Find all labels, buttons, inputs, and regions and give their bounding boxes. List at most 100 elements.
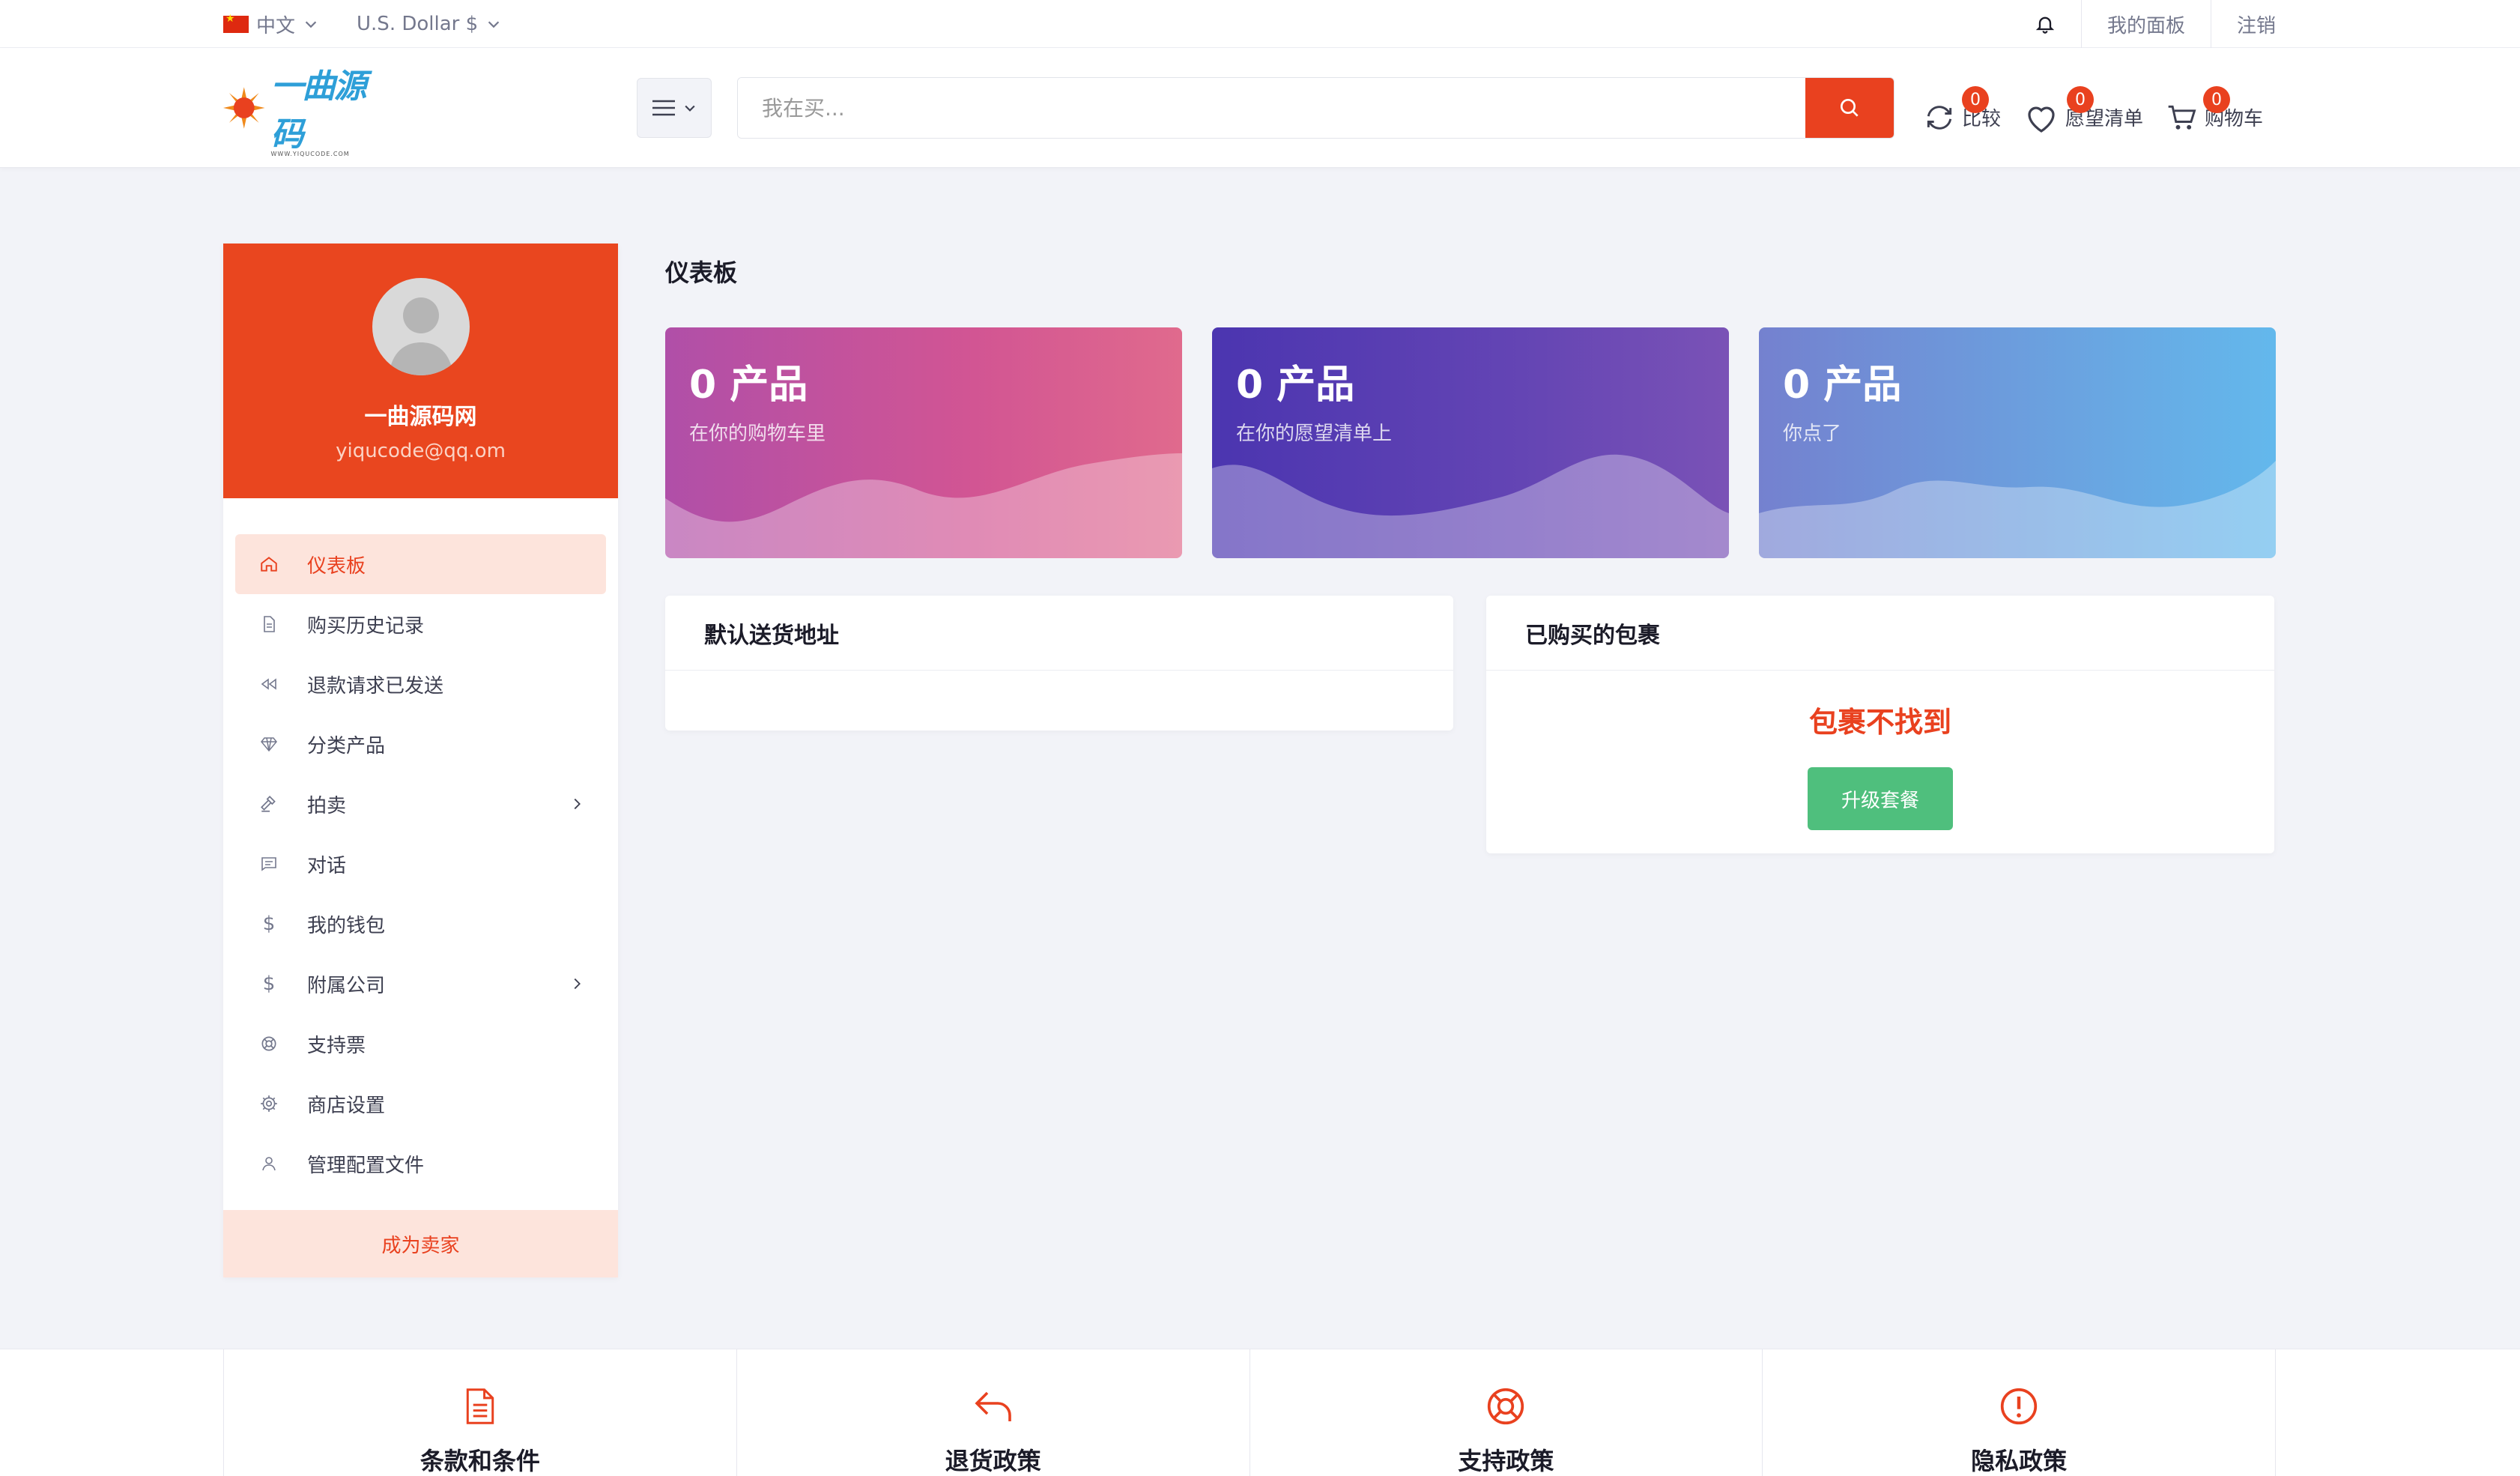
sidebar-item-refund-requests[interactable]: 退款请求已发送 (235, 654, 606, 714)
site-logo[interactable]: 一曲源码 WWW.YIQUCODE.COM (223, 59, 396, 157)
top-bar: 中文 U.S. Dollar $ 我的面板 注销 (0, 0, 2520, 48)
wishlist-count-badge: 0 (2067, 86, 2095, 113)
sidebar-item-label: 支持票 (307, 1034, 366, 1057)
sidebar-item-shop-settings[interactable]: 商店设置 (235, 1074, 606, 1134)
dollar-icon: $ (262, 913, 276, 935)
card-title: 已购买的包裹 (1486, 596, 2274, 671)
cart-count-badge: 0 (2203, 86, 2231, 113)
china-flag-icon (223, 13, 249, 33)
sidebar-item-label: 购买历史记录 (307, 614, 425, 638)
diamond-icon (258, 733, 280, 755)
currency-selector[interactable]: U.S. Dollar $ (357, 13, 502, 35)
upgrade-package-button[interactable]: 升级套餐 (1808, 767, 1953, 830)
wishlist-link[interactable]: 0 愿望清单 (2023, 82, 2143, 134)
sidebar-item-conversations[interactable]: 对话 (235, 834, 606, 894)
user-icon (258, 1152, 280, 1175)
card-title: 默认送货地址 (665, 596, 1453, 671)
logo-subtext: WWW.YIQUCODE.COM (270, 150, 350, 157)
profile-name: 一曲源码网 (364, 404, 477, 430)
rewind-icon (258, 673, 280, 695)
gear-icon (258, 1092, 280, 1115)
sidebar-item-purchase-history[interactable]: 购买历史记录 (235, 594, 606, 654)
compare-count-badge: 0 (1962, 86, 1989, 113)
stat-title: 0 产品 (1783, 363, 1902, 408)
sidebar-item-classified-products[interactable]: 分类产品 (235, 714, 606, 774)
sidebar-item-dashboard[interactable]: 仪表板 (235, 534, 606, 594)
chevron-down-icon (305, 21, 317, 28)
sidebar-item-label: 分类产品 (307, 734, 386, 757)
logout-link[interactable]: 注销 (2210, 0, 2276, 48)
card-body: 包裹不找到 升级套餐 (1486, 671, 2274, 853)
compare-link[interactable]: 0 比较 (1923, 82, 2001, 134)
policy-footer: 条款和条件 退货政策 支持政策 隐私政策 (0, 1349, 2520, 1476)
sidebar-item-affiliate[interactable]: $ 附属公司 (235, 954, 606, 1014)
stat-subtitle: 在你的愿望清单上 (1236, 423, 1393, 445)
stat-subtitle: 你点了 (1783, 423, 1842, 445)
logo-text: 一曲源码 (270, 67, 367, 154)
file-icon (258, 613, 280, 635)
footer-link-return-policy[interactable]: 退货政策 (737, 1349, 1250, 1476)
language-label: 中文 (256, 14, 296, 37)
chevron-right-icon (574, 978, 581, 990)
profile-card: 一曲源码网 yiqucode@qq.om (223, 244, 618, 498)
footer-label: 隐私政策 (1971, 1447, 2068, 1475)
chat-icon (258, 853, 280, 875)
bell-icon (2035, 16, 2055, 34)
header: 一曲源码 WWW.YIQUCODE.COM 0 比较 0 愿望清单 (0, 48, 2520, 168)
gavel-icon (258, 793, 280, 815)
sidebar-item-auction[interactable]: 拍卖 (235, 774, 606, 834)
footer-link-support-policy[interactable]: 支持政策 (1250, 1349, 1763, 1476)
support-icon (258, 1032, 280, 1055)
footer-label: 条款和条件 (420, 1447, 540, 1475)
footer-label: 退货政策 (945, 1447, 1041, 1475)
stat-title: 0 产品 (689, 363, 808, 408)
stats-row: 0 产品 在你的购物车里 0 产品 在你的愿望清单上 0 产品 你点了 (665, 327, 2276, 558)
chevron-down-icon (685, 105, 695, 112)
search-bar (737, 77, 1894, 139)
sidebar-item-label: 对话 (307, 854, 347, 877)
card-body (665, 671, 1453, 731)
user-silhouette-icon (388, 297, 453, 375)
cart-icon (2168, 105, 2196, 130)
my-panel-link[interactable]: 我的面板 (2080, 0, 2211, 48)
chevron-right-icon (574, 798, 581, 810)
sidebar-item-label: 商店设置 (307, 1094, 386, 1117)
footer-link-privacy-policy[interactable]: 隐私政策 (1763, 1349, 2276, 1476)
wave-decoration (1759, 461, 2276, 558)
footer-link-terms[interactable]: 条款和条件 (224, 1349, 737, 1476)
heart-icon (2028, 106, 2055, 133)
chevron-down-icon (488, 21, 500, 28)
document-icon (466, 1388, 494, 1424)
refresh-icon (1927, 106, 1952, 130)
currency-label: U.S. Dollar $ (357, 13, 479, 35)
dollar-icon: $ (262, 973, 276, 995)
stat-card-orders: 0 产品 你点了 (1759, 327, 2276, 558)
search-input[interactable] (738, 78, 1805, 138)
account-sidebar: 一曲源码网 yiqucode@qq.om 仪表板 购买历史记录 退款请求已发送 … (223, 244, 618, 1277)
cart-link[interactable]: 0 购物车 (2166, 82, 2263, 134)
hamburger-icon (652, 100, 675, 116)
search-button[interactable] (1805, 78, 1894, 138)
language-selector[interactable]: 中文 (223, 10, 319, 38)
notifications-button[interactable] (2009, 0, 2081, 48)
avatar (372, 278, 470, 375)
category-menu-button[interactable] (637, 78, 712, 138)
profile-email: yiqucode@qq.om (336, 440, 506, 462)
stat-subtitle: 在你的购物车里 (689, 423, 826, 445)
return-arrow-icon (975, 1391, 1011, 1421)
sidebar-item-label: 附属公司 (307, 974, 386, 997)
wave-decoration (665, 453, 1182, 558)
footer-label: 支持政策 (1458, 1447, 1554, 1475)
sidebar-item-wallet[interactable]: $ 我的钱包 (235, 894, 606, 954)
alert-circle-icon (2000, 1388, 2038, 1425)
sidebar-item-support-ticket[interactable]: 支持票 (235, 1014, 606, 1074)
dashboard-main: 仪表板 0 产品 在你的购物车里 0 产品 在你的愿望清单上 0 产品 你点了 … (665, 244, 2276, 853)
home-icon (258, 553, 280, 575)
sidebar-nav: 仪表板 购买历史记录 退款请求已发送 分类产品 拍卖 对话 $ 我的钱包 $ 附… (223, 498, 618, 1194)
sidebar-item-manage-profile[interactable]: 管理配置文件 (235, 1134, 606, 1194)
become-seller-button[interactable]: 成为卖家 (223, 1210, 618, 1277)
default-address-card: 默认送货地址 (665, 596, 1453, 731)
lifebuoy-icon (1488, 1388, 1524, 1425)
sidebar-item-label: 退款请求已发送 (307, 674, 444, 698)
stat-card-wishlist: 0 产品 在你的愿望清单上 (1212, 327, 1729, 558)
